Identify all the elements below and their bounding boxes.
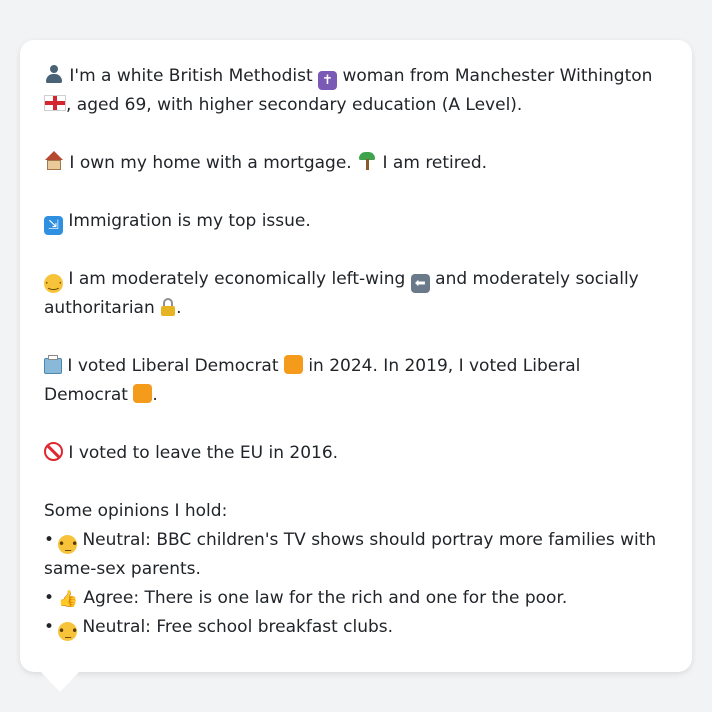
ballot-box-icon [44, 355, 62, 374]
identity-details-text: , aged 69, with higher secondary educati… [66, 95, 523, 115]
politics-economic-text: I am moderately economically left-wing [68, 269, 406, 289]
palm-tree-icon [357, 151, 377, 171]
politics-paragraph: ·‿· I am moderately economically left-wi… [44, 265, 668, 323]
person-icon [44, 64, 64, 84]
opinion-item: • •_• Neutral: BBC children's TV shows sh… [44, 530, 657, 579]
opinion-stance: Neutral: [82, 530, 151, 550]
issue-paragraph: ⇲ Immigration is my top issue. [44, 207, 668, 236]
house-icon [44, 151, 64, 171]
persona-card: I'm a white British Methodist ✝ woman fr… [20, 40, 692, 672]
home-text: I own my home with a mortgage. [69, 153, 352, 173]
opinion-stance: Neutral: [82, 617, 151, 637]
opinions-heading: Some opinions I hold: [44, 501, 228, 521]
politics-end: . [176, 298, 182, 318]
left-arrow-icon: ⬅ [410, 274, 430, 293]
opinion-item: • 👍 Agree: There is one law for the rich … [44, 588, 568, 608]
vote-2024-text: I voted Liberal Democrat [67, 356, 279, 376]
orange-square-icon [283, 355, 303, 374]
identity-text: I'm a white British Methodist [69, 66, 313, 86]
opinion-stance: Agree: [83, 588, 140, 608]
thinking-face-icon: ·‿· [44, 274, 63, 293]
opinion-item: • •_• Neutral: Free school breakfast club… [44, 613, 668, 642]
home-paragraph: I own my home with a mortgage. I am reti… [44, 149, 668, 178]
vote-paragraph: I voted Liberal Democrat in 2024. In 201… [44, 352, 668, 410]
eu-text: I voted to leave the EU in 2016. [68, 443, 339, 463]
neutral-face-icon: •_• [58, 622, 78, 641]
lock-icon [160, 297, 176, 317]
neutral-face-icon: •_• [58, 535, 78, 554]
cross-icon: ✝ [318, 71, 338, 90]
opinion-text: Free school breakfast clubs. [156, 617, 394, 637]
work-text: I am retired. [382, 153, 488, 173]
identity-location-text: woman from Manchester Withington [342, 66, 653, 86]
thumbs-up-icon: 👍 [58, 589, 78, 608]
opinion-text: There is one law for the rich and one fo… [144, 588, 568, 608]
orange-square-icon [133, 384, 153, 403]
no-entry-icon [44, 442, 63, 461]
issue-text: Immigration is my top issue. [68, 211, 311, 231]
england-flag-icon [44, 95, 66, 111]
eu-paragraph: I voted to leave the EU in 2016. [44, 439, 668, 468]
speech-bubble-tail [40, 671, 80, 692]
identity-paragraph: I'm a white British Methodist ✝ woman fr… [44, 62, 668, 120]
passport-control-icon: ⇲ [44, 216, 63, 235]
vote-end: . [152, 385, 158, 405]
